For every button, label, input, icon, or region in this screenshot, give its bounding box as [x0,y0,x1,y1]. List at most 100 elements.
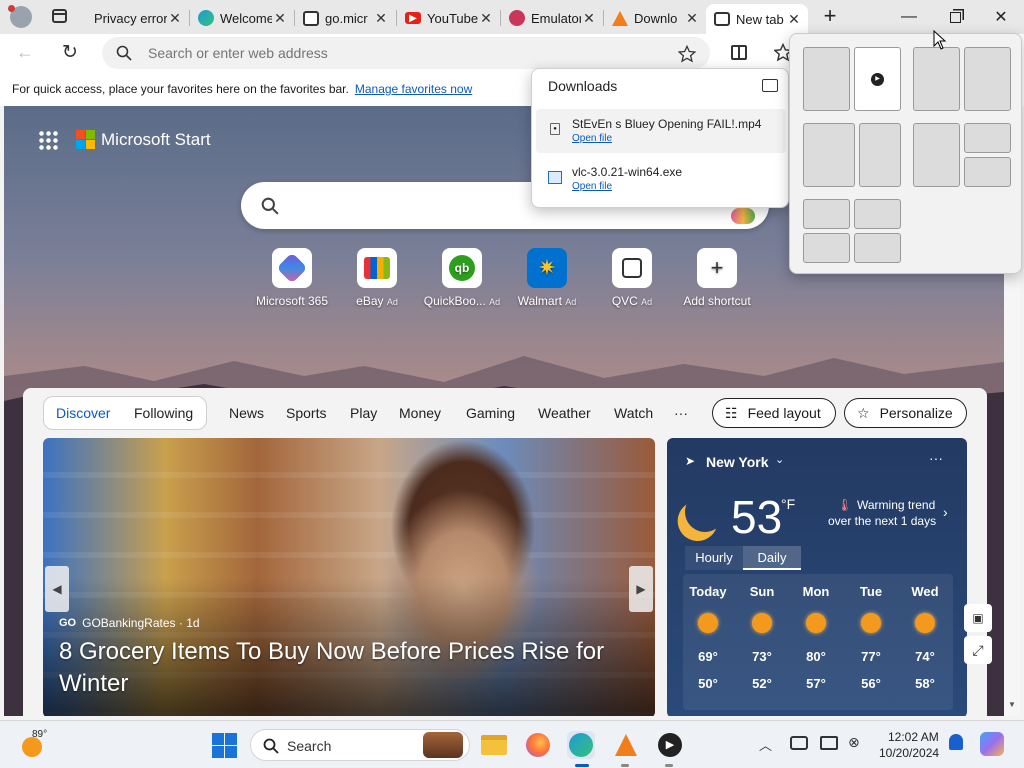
notifications-bell-icon[interactable] [949,734,963,750]
snap-zone-thirds-left[interactable] [803,123,855,187]
close-icon[interactable]: ✕ [786,11,802,28]
close-icon[interactable]: ✕ [581,10,597,27]
clock-date[interactable]: 10/20/2024 [879,746,939,760]
address-input[interactable] [148,43,648,63]
tab-weather[interactable]: Weather [538,405,591,421]
more-tabs-button[interactable]: ··· [674,405,688,421]
show-hidden-icons-button[interactable]: ︿ [759,735,772,754]
previous-button[interactable]: ◀ [45,566,69,612]
location-icon: ➤ [685,454,696,468]
video-thumbnail-icon: ▶ [871,72,884,86]
tab-watch[interactable]: Watch [614,405,653,421]
network-icon[interactable] [790,736,808,750]
open-downloads-folder-icon[interactable] [762,79,778,92]
copilot-icon[interactable] [980,732,1004,756]
address-bar[interactable] [102,37,710,69]
open-file-link[interactable]: Open file [572,181,612,192]
close-icon[interactable]: ✕ [478,10,494,27]
quick-link-quickbooks[interactable]: qb QuickBoo... Ad [420,248,504,308]
quick-link-ebay[interactable]: eBay Ad [335,248,419,308]
display-icon[interactable] [820,736,838,750]
tab-money[interactable]: Money [399,405,441,421]
close-window-button[interactable]: ✕ [978,0,1024,34]
quick-link-qvc[interactable]: QVC Ad [590,248,674,308]
file-explorer-icon[interactable] [480,731,508,759]
snap-zone-quad-left[interactable] [913,123,960,187]
quick-link-walmart[interactable]: ✷ Walmart Ad [505,248,589,308]
tab-privacy-error[interactable]: Privacy error ✕ [86,4,189,32]
add-shortcut-button[interactable]: + Add shortcut [675,248,759,308]
edge-icon[interactable] [567,731,595,759]
close-icon[interactable]: ✕ [373,10,389,27]
snap-zone-grid-tl[interactable] [803,199,850,229]
close-icon[interactable]: ✕ [684,10,700,27]
quick-link-microsoft-365[interactable]: Microsoft 365 [250,248,334,308]
tab-actions-icon[interactable] [52,9,67,23]
open-file-link[interactable]: Open file [572,133,612,144]
tab-emulator[interactable]: Emulator ✕ [501,4,603,32]
snap-zone-thirds-right[interactable] [859,123,901,187]
feed-layout-button[interactable]: ☷ Feed layout [712,398,836,428]
taskbar-search-box[interactable]: Search [250,729,470,761]
copilot-icon[interactable] [731,208,755,224]
snap-zone-grid-br[interactable] [854,233,901,263]
split-screen-icon[interactable] [731,45,747,60]
firefox-icon[interactable] [524,731,552,759]
chevron-down-icon[interactable]: ⌄ [775,453,784,466]
hero-headline[interactable]: 8 Grocery Items To Buy Now Before Prices… [59,636,639,700]
tab-following[interactable]: Following [134,405,193,421]
feed-panel: Discover Following News Sports Play Mone… [23,388,987,716]
youtube-icon: ▶ [405,12,421,24]
tab-go-micr[interactable]: go.micr ✕ [295,4,395,32]
chevron-right-icon[interactable]: › [943,504,948,520]
tab-daily[interactable]: Daily [743,546,801,570]
tab-gaming[interactable]: Gaming [466,405,515,421]
open-image-button[interactable]: ▣ [964,604,992,632]
tab-sports[interactable]: Sports [286,405,326,421]
download-item[interactable]: vlc-3.0.21-win64.exe Open file [536,157,786,201]
volume-muted-icon[interactable]: ⊗ [848,734,860,751]
favorite-star-icon[interactable] [678,45,696,63]
scroll-down-arrow[interactable]: ▼ [1008,700,1016,709]
media-player-icon[interactable]: ▶ [656,731,684,759]
snap-zone-quad-bottom-right[interactable] [964,157,1011,187]
hero-article[interactable]: ◀ ▶ GO GOBankingRates · 1d 8 Grocery Ite… [43,438,655,716]
close-icon[interactable]: ✕ [272,10,288,27]
manage-favorites-link[interactable]: Manage favorites now [355,82,472,96]
snap-zone-quad-top-right[interactable] [964,123,1011,153]
snap-zone-narrow-right[interactable] [964,47,1011,111]
tab-new-tab[interactable]: New tab ✕ [706,4,808,34]
snap-zone-grid-bl[interactable] [803,233,850,263]
new-tab-button[interactable]: + [818,5,842,29]
weather-card[interactable]: ➤ New York ⌄ ··· 53 °F 🌡 Warming trend o… [667,438,967,716]
profile-avatar[interactable] [8,5,32,28]
tab-welcome[interactable]: Welcome ✕ [190,4,294,32]
restore-button[interactable] [932,0,978,34]
next-button[interactable]: ▶ [629,566,653,612]
personalize-button[interactable]: ☆ Personalize [844,398,967,428]
back-button[interactable]: ← [16,42,34,63]
tab-download-vlc[interactable]: Downlo ✕ [604,4,706,32]
apps-grid-icon[interactable] [38,130,58,150]
weather-widget[interactable]: 89° [20,729,80,759]
tab-news[interactable]: News [229,405,264,421]
clock-time[interactable]: 12:02 AM [888,730,939,744]
snap-zone-wide-left[interactable] [913,47,960,111]
emulator-icon [509,10,525,26]
start-button[interactable] [212,733,237,758]
snap-zone-grid-tr[interactable] [854,199,901,229]
tab-play[interactable]: Play [350,405,377,421]
vlc-icon[interactable] [612,731,640,759]
tab-hourly[interactable]: Hourly [685,546,743,570]
snap-zone-half-left[interactable] [803,47,850,111]
refresh-button[interactable]: ↻ [62,41,78,64]
snap-zone-half-right[interactable]: ▶ [854,47,901,111]
tab-youtube[interactable]: ▶ YouTube ✕ [397,4,500,32]
expand-button[interactable]: ⤢ [964,636,992,664]
close-icon[interactable]: ✕ [167,10,183,27]
minimize-button[interactable]: — [886,0,932,34]
tab-discover[interactable]: Discover [56,405,110,421]
download-item[interactable]: ● StEvEn s Bluey Opening FAIL!.mp4 Open … [536,109,786,153]
more-options-icon[interactable]: ··· [929,450,943,466]
weather-location[interactable]: New York [706,454,769,470]
